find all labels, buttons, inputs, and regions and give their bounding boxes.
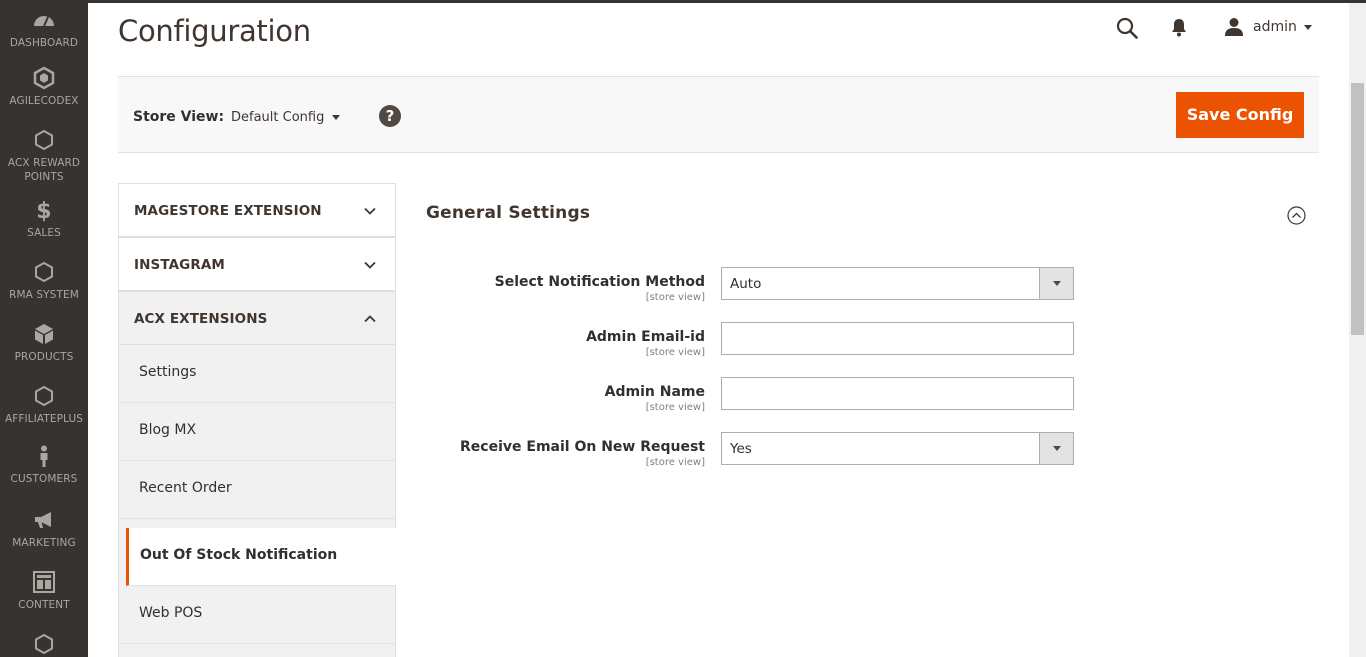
nav-label: MARKETING [12, 537, 76, 549]
chevron-down-icon [364, 207, 376, 215]
nav-label: RMA SYSTEM [9, 289, 79, 301]
person-icon [32, 444, 56, 468]
tab-item-label: Blog MX [139, 422, 197, 438]
field-scope: [store view] [645, 457, 705, 468]
tab-group-magestore-extension[interactable]: MAGESTORE EXTENSION [118, 183, 396, 237]
receive-email-select[interactable]: Yes [721, 432, 1074, 465]
nav-item-dashboard[interactable]: DASHBOARD [0, 8, 88, 50]
field-label-admin-email: Admin Email-id [586, 329, 705, 345]
admin-name-input[interactable] [721, 377, 1074, 410]
nav-item-products[interactable]: PRODUCTS [0, 322, 88, 364]
dollar-icon: $ [32, 198, 56, 222]
tab-items-list: Settings Blog MX Recent Order Out Of Sto… [118, 345, 396, 657]
nav-label: SALES [27, 227, 61, 239]
tab-group-label: INSTAGRAM [134, 257, 225, 273]
tab-group-acx-extensions[interactable]: ACX EXTENSIONS [118, 291, 396, 345]
collapse-icon[interactable] [1287, 206, 1306, 225]
store-view-value: Default Config [231, 110, 325, 125]
page-title: Configuration [118, 14, 311, 48]
tab-group-instagram[interactable]: INSTAGRAM [118, 237, 396, 291]
nav-item-marketing[interactable]: MARKETING [0, 508, 88, 550]
hexagon-icon [32, 632, 56, 656]
tab-item-recent-order[interactable]: Recent Order [119, 461, 395, 519]
layout-icon [32, 570, 56, 594]
user-menu[interactable]: admin [1224, 16, 1312, 38]
nav-label: DASHBOARD [9, 37, 79, 49]
tab-item-label: Settings [139, 364, 197, 380]
tab-group-label: ACX EXTENSIONS [134, 311, 268, 327]
search-icon[interactable] [1116, 17, 1138, 39]
notifications-bell-icon[interactable] [1170, 17, 1188, 37]
field-scope: [store view] [645, 292, 705, 303]
nav-item-acx-reward-points[interactable]: ACX REWARD POINTS [0, 128, 88, 184]
nav-item-more[interactable] [0, 632, 88, 657]
chevron-down-icon [364, 261, 376, 269]
tab-item-label: Web POS [139, 605, 203, 621]
field-label-receive-email: Receive Email On New Request [460, 439, 705, 455]
box-icon [32, 322, 56, 346]
section-title[interactable]: General Settings [426, 203, 590, 223]
chevron-down-icon [1303, 24, 1312, 30]
nav-item-rma-system[interactable]: RMA SYSTEM [0, 260, 88, 302]
nav-label: ACX REWARD POINTS [7, 157, 81, 183]
tab-item-out-of-stock-notification[interactable]: Out Of Stock Notification [126, 528, 396, 586]
tab-item-settings[interactable]: Settings [119, 345, 395, 403]
dropdown-arrow-icon [1039, 268, 1073, 299]
nav-label: AFFILIATEPLUS [4, 413, 84, 425]
field-scope: [store view] [645, 402, 705, 413]
nav-item-agilecodex[interactable]: AGILECODEX [0, 66, 88, 108]
user-name: admin [1253, 19, 1297, 35]
chevron-up-icon [364, 315, 376, 323]
nav-label: CUSTOMERS [10, 473, 78, 485]
store-view-bar: Store View: Default Config ? Save Config [118, 76, 1319, 153]
agilecodex-icon [32, 66, 56, 90]
user-icon [1225, 18, 1243, 36]
field-label-notification-method: Select Notification Method [494, 274, 705, 290]
nav-label: CONTENT [18, 599, 70, 611]
nav-label: AGILECODEX [9, 95, 79, 107]
select-value: Yes [730, 441, 752, 457]
dashboard-icon [32, 8, 56, 32]
save-config-button[interactable]: Save Config [1176, 92, 1304, 138]
tab-item-label: Out Of Stock Notification [140, 547, 338, 563]
nav-item-content[interactable]: CONTENT [0, 570, 88, 612]
tab-item-web-pos[interactable]: Web POS [119, 586, 395, 644]
notification-method-select[interactable]: Auto [721, 267, 1074, 300]
chevron-down-icon [332, 115, 341, 120]
nav-item-customers[interactable]: CUSTOMERS [0, 444, 88, 486]
nav-label: PRODUCTS [14, 351, 74, 363]
hexagon-icon [32, 128, 56, 152]
svg-text:$: $ [36, 199, 51, 222]
nav-item-affiliateplus[interactable]: AFFILIATEPLUS [0, 384, 88, 426]
page-scrollbar[interactable] [1349, 3, 1366, 657]
select-value: Auto [730, 276, 762, 292]
tab-item-label: Recent Order [139, 480, 232, 496]
tab-group-label: MAGESTORE EXTENSION [134, 203, 322, 219]
config-tabs: MAGESTORE EXTENSION INSTAGRAM ACX EXTENS… [118, 183, 396, 657]
dropdown-arrow-icon [1039, 433, 1073, 464]
top-border [0, 0, 1366, 3]
megaphone-icon [32, 508, 56, 532]
admin-sidebar: DASHBOARD AGILECODEX ACX REWARD POINTS $… [0, 0, 88, 657]
store-view-switcher[interactable]: Default Config [231, 110, 341, 125]
tab-item-blog-mx[interactable]: Blog MX [119, 403, 395, 461]
field-scope: [store view] [645, 347, 705, 358]
hexagon-icon [32, 384, 56, 408]
help-icon[interactable]: ? [379, 105, 401, 127]
field-label-admin-name: Admin Name [604, 384, 705, 400]
hexagon-icon [32, 260, 56, 284]
admin-email-input[interactable] [721, 322, 1074, 355]
store-view-label: Store View: [133, 109, 225, 125]
nav-item-sales[interactable]: $ SALES [0, 198, 88, 240]
scrollbar-thumb[interactable] [1351, 83, 1364, 335]
